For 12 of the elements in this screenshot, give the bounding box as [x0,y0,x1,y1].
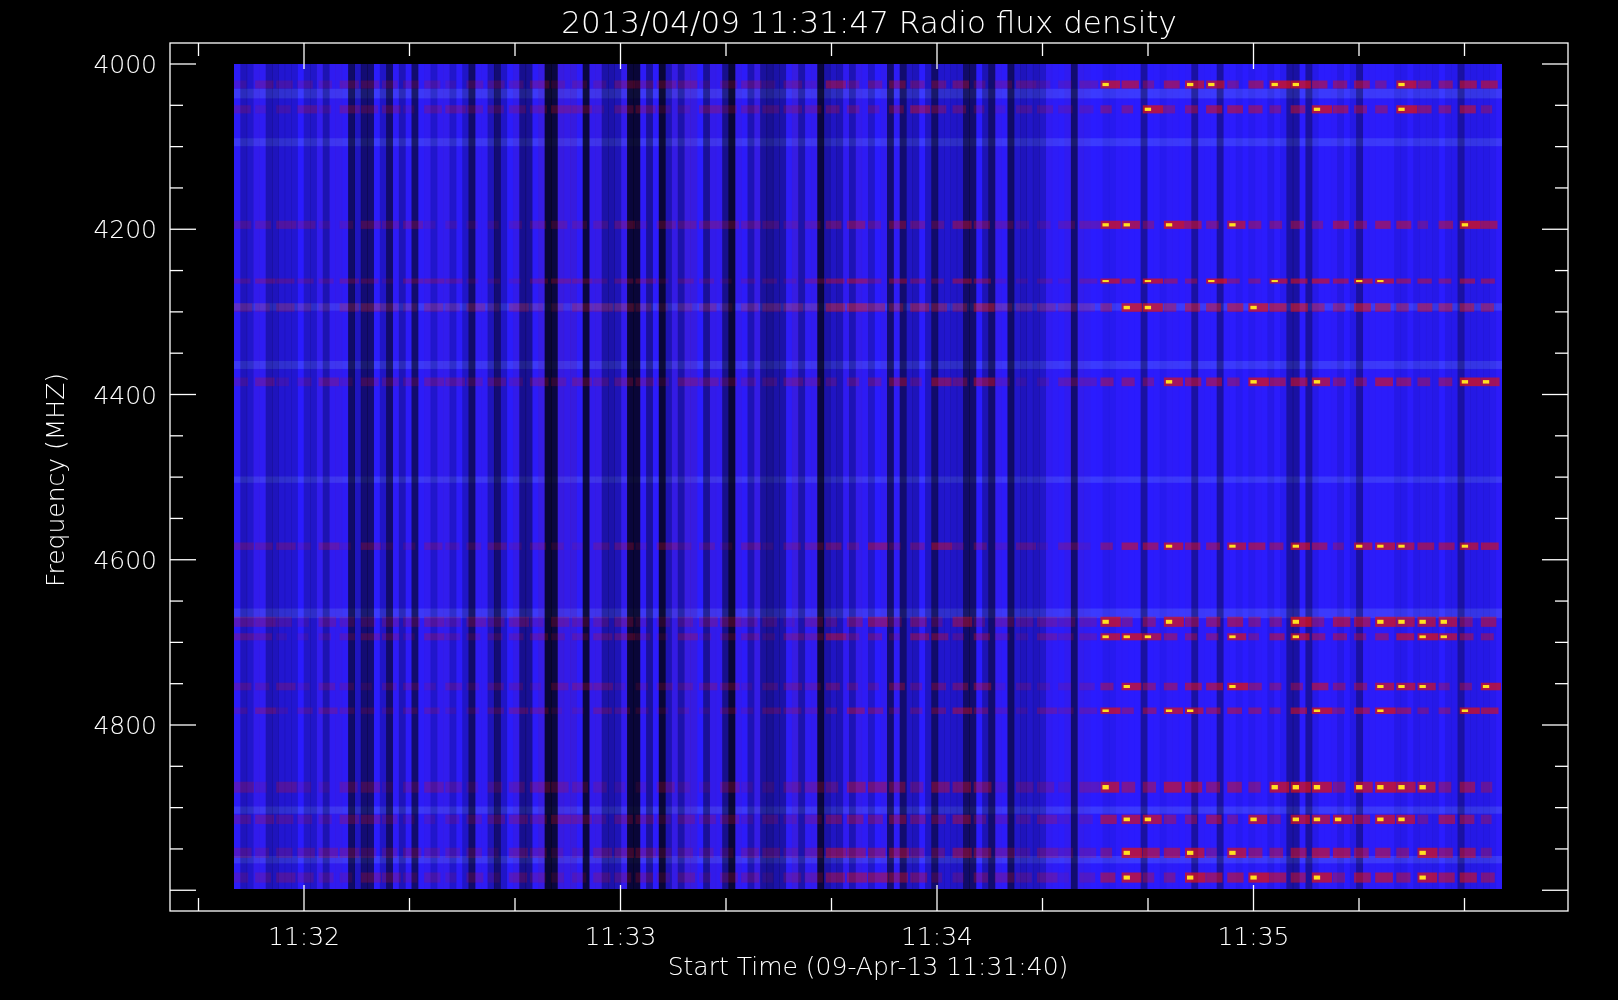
chart-title: 2013/04/09 11:31:47 Radio flux density [561,4,1177,40]
axis-title: Frequency (MHZ) [41,372,70,588]
axis-tick-label: 11:32 [268,922,340,951]
axis-tick-label: 4200 [93,215,157,245]
axis-tick-label: 11:35 [1217,922,1290,951]
axis-tick-label: 4000 [93,50,157,79]
axis-tick-label: 11:33 [584,922,657,951]
axis-title: Start Time (09-Apr-13 11:31:40) [667,952,1069,981]
axis-tick-label: 4600 [93,545,157,575]
axis-tick-label: 4400 [93,380,157,410]
axis-tick-label: 4800 [93,711,157,740]
axis-tick-label: 11:34 [901,922,973,951]
